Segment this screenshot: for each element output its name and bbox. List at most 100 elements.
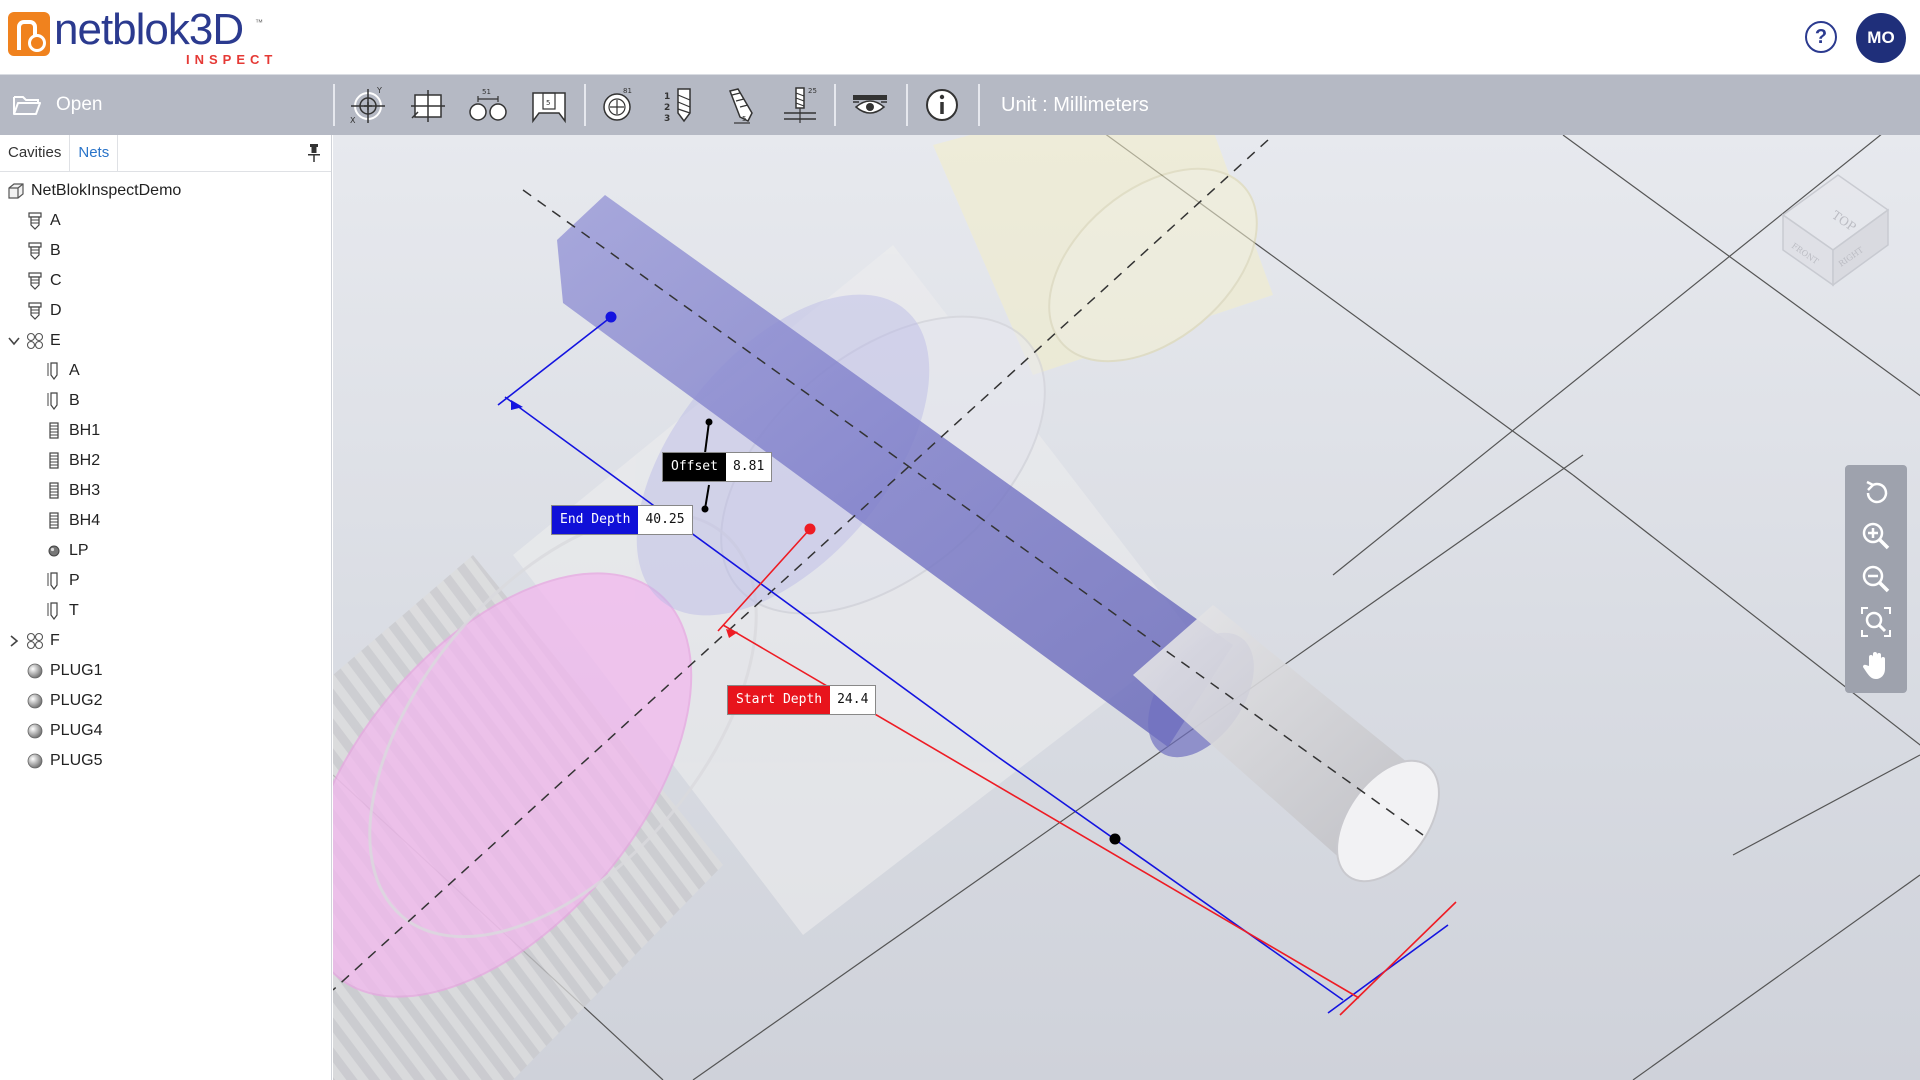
svg-text:5: 5 (546, 99, 550, 107)
svg-text:X: X (350, 116, 356, 125)
toolbar-separator (906, 84, 908, 126)
hand-pan-icon (1862, 651, 1885, 679)
tree-item-plug2[interactable]: PLUG2 (0, 686, 331, 716)
thread-icon (49, 422, 59, 439)
tree-item-e-p[interactable]: P (0, 566, 331, 596)
crosshair-box-icon (411, 90, 445, 122)
svg-text:51: 51 (482, 88, 491, 96)
info-tool[interactable] (920, 83, 964, 127)
tree-item-label: E (50, 332, 61, 349)
pan-button[interactable] (1854, 643, 1898, 686)
svg-text:25: 25 (808, 87, 817, 95)
block-icon (8, 183, 24, 199)
zoom-fit-button[interactable] (1854, 600, 1898, 643)
depth-gauge-tool[interactable]: 5 (718, 83, 762, 127)
zoom-in-icon (1862, 522, 1890, 549)
svg-text:81: 81 (623, 87, 632, 95)
tree-item-plug4[interactable]: PLUG4 (0, 716, 331, 746)
tree-item-e-bh1[interactable]: BH1 (0, 416, 331, 446)
tree-item-plug1[interactable]: PLUG1 (0, 656, 331, 686)
tree-item-e-bh2[interactable]: BH2 (0, 446, 331, 476)
tree-item-label: PLUG4 (50, 722, 103, 739)
tree-item-e-a[interactable]: A (0, 356, 331, 386)
start-depth-point[interactable] (804, 523, 816, 535)
tree-item-label: D (50, 302, 62, 319)
3d-viewport[interactable]: Offset 8.81 End Depth 40.25 Start Depth … (333, 135, 1920, 1080)
tree-item-label: PLUG1 (50, 662, 103, 679)
plug-small-icon (48, 545, 60, 557)
drill-icon (47, 362, 58, 380)
logo-word: netblok3D (54, 5, 244, 54)
question-circle-icon: ? (1814, 26, 1828, 48)
net-group-icon (26, 332, 44, 350)
svg-text:3: 3 (664, 114, 670, 124)
tree-item-label: A (69, 362, 80, 379)
tree-item-cavity-a[interactable]: A (0, 206, 331, 236)
tree-root[interactable]: NetBlokInspectDemo (0, 176, 331, 206)
tree-item-e-t[interactable]: T (0, 596, 331, 626)
pin-icon[interactable] (307, 143, 321, 163)
toolbar-separator (333, 84, 335, 126)
tree-item-cavity-b[interactable]: B (0, 236, 331, 266)
user-avatar[interactable]: MO (1856, 13, 1906, 63)
tree-item-e-bh4[interactable]: BH4 (0, 506, 331, 536)
dual-circle-distance-icon: 51 (469, 88, 507, 121)
sphere-icon (27, 723, 43, 739)
xy-origin-tool[interactable]: X Y (345, 83, 389, 127)
tree-item-net-f[interactable]: F (0, 626, 331, 656)
tree-item-cavity-d[interactable]: D (0, 296, 331, 326)
logo-wordmark: netblok3D (54, 8, 277, 52)
view-cube[interactable]: TOP FRONT RIGHT (1773, 155, 1913, 295)
tree-item-e-b[interactable]: B (0, 386, 331, 416)
app-logo: netblok3D INSPECT ™ (8, 8, 277, 67)
tree-item-label: T (69, 602, 79, 619)
end-depth-point[interactable] (605, 311, 617, 323)
tree-item-net-e[interactable]: E (0, 326, 331, 356)
cavity-icon (28, 272, 42, 290)
end-depth-label-key: End Depth (552, 506, 639, 534)
chevron-down-icon[interactable] (8, 335, 20, 347)
offset-point-bottom (701, 505, 709, 513)
tree-item-label: C (50, 272, 62, 289)
tree-item-label: P (69, 572, 80, 589)
radial-distance-tool[interactable]: 51 (466, 83, 510, 127)
offset-label[interactable]: Offset 8.81 (662, 452, 773, 482)
tree-item-e-lp[interactable]: LP (0, 536, 331, 566)
tree-item-cavity-c[interactable]: C (0, 266, 331, 296)
crosshair-xy-icon: X Y (350, 86, 385, 125)
tap-depth-tool[interactable]: 25 (778, 83, 822, 127)
tab-cavities[interactable]: Cavities (0, 135, 71, 171)
svg-text:5: 5 (742, 115, 746, 123)
nets-tree: NetBlokInspectDemo A B C D E A B BH1 BH2… (0, 172, 331, 776)
zoom-in-button[interactable] (1854, 514, 1898, 557)
tree-item-plug5[interactable]: PLUG5 (0, 746, 331, 776)
visibility-tool[interactable] (848, 83, 892, 127)
eye-layer-icon (853, 95, 887, 114)
rotate-button[interactable] (1854, 471, 1898, 514)
open-label: Open (56, 94, 103, 115)
help-button[interactable]: ? (1805, 21, 1837, 53)
datum-box-tool[interactable] (406, 83, 450, 127)
thread-icon (49, 452, 59, 469)
net-group-icon (26, 632, 44, 650)
tree-item-label: BH2 (69, 452, 101, 469)
tab-nets[interactable]: Nets (70, 135, 119, 171)
tree-item-label: BH3 (69, 482, 101, 499)
cavity-icon (28, 302, 42, 320)
offset-point-top (705, 418, 713, 426)
zoom-out-button[interactable] (1854, 557, 1898, 600)
diameter-tool[interactable]: 81 (595, 83, 639, 127)
open-button[interactable]: Open (12, 75, 102, 135)
chevron-right-icon[interactable] (8, 635, 20, 647)
tree-item-label: BH1 (69, 422, 101, 439)
sphere-icon (27, 693, 43, 709)
end-depth-label[interactable]: End Depth 40.25 (551, 505, 693, 535)
origin-point[interactable] (1109, 833, 1121, 845)
drill-sequence-tool[interactable]: 1 2 3 (658, 83, 702, 127)
toolbar-separator (584, 84, 586, 126)
start-depth-label[interactable]: Start Depth 24.4 (727, 685, 877, 715)
tree-item-label: BH4 (69, 512, 101, 529)
tree-item-e-bh3[interactable]: BH3 (0, 476, 331, 506)
end-depth-label-value: 40.25 (638, 506, 692, 534)
section-tool[interactable]: 5 (527, 83, 571, 127)
